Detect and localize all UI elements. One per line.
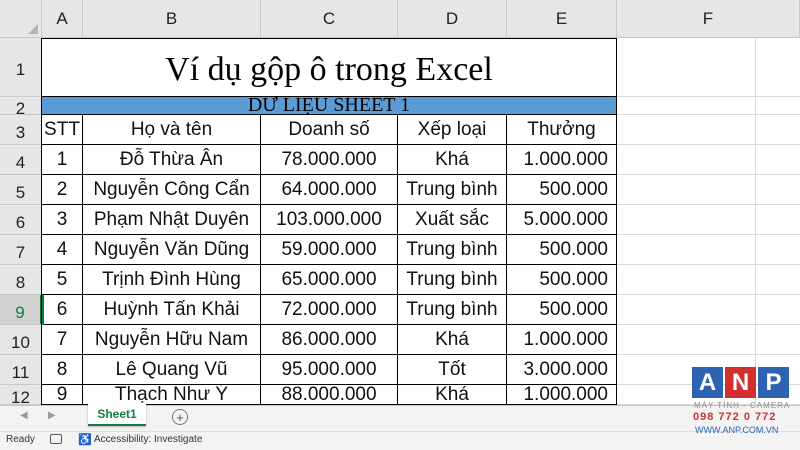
data-cell[interactable]: 500.000 (507, 175, 617, 205)
status-ready: Ready (6, 434, 35, 445)
header-cell[interactable]: STT (42, 115, 83, 145)
data-cell[interactable]: Nguyễn Văn Dũng (83, 235, 261, 265)
gridline (617, 294, 800, 295)
gridline (617, 264, 800, 265)
data-cell[interactable]: Huỳnh Tấn Khải (83, 295, 261, 325)
data-cell[interactable]: 88.000.000 (261, 385, 398, 405)
data-cell[interactable]: 78.000.000 (261, 145, 398, 175)
add-sheet-button[interactable]: + (172, 409, 188, 425)
row-header-2[interactable]: 2 (0, 97, 42, 118)
data-cell[interactable]: Khá (398, 325, 507, 355)
data-cell[interactable]: 72.000.000 (261, 295, 398, 325)
data-cell[interactable]: 3 (42, 205, 83, 235)
data-cell[interactable]: 5 (42, 265, 83, 295)
row-header-7[interactable]: 7 (0, 235, 42, 265)
anp-logo-letter: P (758, 367, 789, 398)
data-cell[interactable]: Trung bình (398, 295, 507, 325)
data-cell[interactable]: 1.000.000 (507, 325, 617, 355)
anp-website: WWW.ANP.COM.VN (695, 425, 779, 435)
column-header-a[interactable]: A (42, 0, 83, 38)
column-header-f[interactable]: F (617, 0, 800, 38)
merged-banner-cell[interactable]: DỮ LIỆU SHEET 1 (42, 97, 617, 115)
gridline (617, 96, 800, 97)
data-cell[interactable]: Trung bình (398, 235, 507, 265)
next-sheet-icon[interactable]: ▶ (48, 410, 56, 421)
data-cell[interactable]: 59.000.000 (261, 235, 398, 265)
row-header-6[interactable]: 6 (0, 205, 42, 235)
data-cell[interactable]: 1 (42, 145, 83, 175)
header-cell[interactable]: Xếp loại (398, 115, 507, 145)
row-header-4[interactable]: 4 (0, 145, 42, 175)
data-cell[interactable]: Nguyễn Công Cẩn (83, 175, 261, 205)
column-header-e[interactable]: E (507, 0, 617, 38)
data-cell[interactable]: 500.000 (507, 235, 617, 265)
data-cell[interactable]: Đỗ Thừa Ân (83, 145, 261, 175)
anp-subtitle: MÁY TÍNH - CAMERA (694, 401, 791, 410)
data-cell[interactable]: 8 (42, 355, 83, 385)
data-cell[interactable]: Trung bình (398, 175, 507, 205)
gridline (617, 234, 800, 235)
data-cell[interactable]: Phạm Nhật Duyên (83, 205, 261, 235)
data-cell[interactable]: 5.000.000 (507, 205, 617, 235)
anp-phone: 098 772 0 772 (693, 411, 777, 423)
data-cell[interactable]: 1.000.000 (507, 145, 617, 175)
data-cell[interactable]: Tốt (398, 355, 507, 385)
data-cell[interactable]: 500.000 (507, 295, 617, 325)
data-cell[interactable]: 500.000 (507, 265, 617, 295)
gridline (617, 174, 800, 175)
data-cell[interactable]: 9 (42, 385, 83, 405)
table-left-border (41, 38, 42, 405)
anp-logo-letter: A (692, 367, 723, 398)
table-top-border (42, 38, 617, 39)
sheet-tab-sheet1[interactable]: Sheet1 (88, 404, 146, 426)
data-cell[interactable]: Trung bình (398, 265, 507, 295)
gridline (617, 114, 800, 115)
gridline (617, 324, 800, 325)
data-cell[interactable]: 4 (42, 235, 83, 265)
row-header-12[interactable]: 12 (0, 385, 42, 407)
select-all-button[interactable] (0, 0, 42, 38)
data-cell[interactable]: 95.000.000 (261, 355, 398, 385)
gridline (617, 204, 800, 205)
column-header-d[interactable]: D (398, 0, 507, 38)
data-cell[interactable]: Khá (398, 385, 507, 405)
row-header-5[interactable]: 5 (0, 175, 42, 205)
row-header-11[interactable]: 11 (0, 355, 42, 385)
row-header-10[interactable]: 10 (0, 325, 42, 355)
row-header-8[interactable]: 8 (0, 265, 42, 295)
prev-sheet-icon[interactable]: ◀ (20, 410, 28, 421)
data-cell[interactable]: 65.000.000 (261, 265, 398, 295)
merged-title-cell[interactable]: Ví dụ gộp ô trong Excel (42, 38, 617, 97)
data-cell[interactable]: Xuất sắc (398, 205, 507, 235)
accessibility-icon[interactable] (50, 434, 62, 444)
header-cell[interactable]: Thưởng (507, 115, 617, 145)
header-cell[interactable]: Doanh số (261, 115, 398, 145)
data-cell[interactable]: Khá (398, 145, 507, 175)
column-header-c[interactable]: C (261, 0, 398, 38)
gridline (617, 354, 800, 355)
data-cell[interactable]: 103.000.000 (261, 205, 398, 235)
anp-logo-letter: N (725, 367, 756, 398)
data-cell[interactable]: Nguyễn Hữu Nam (83, 325, 261, 355)
accessibility-status[interactable]: Accessibility: Investigate (94, 434, 202, 445)
data-cell[interactable]: 6 (42, 295, 83, 325)
row-header-9[interactable]: 9 (0, 295, 42, 325)
data-cell[interactable]: Trịnh Đình Hùng (83, 265, 261, 295)
row-header-3[interactable]: 3 (0, 115, 42, 145)
active-row-indicator (42, 295, 44, 325)
data-cell[interactable]: 1.000.000 (507, 385, 617, 405)
gridline (617, 144, 800, 145)
accessibility-check-icon[interactable]: ♿ (78, 433, 92, 446)
data-cell[interactable]: 3.000.000 (507, 355, 617, 385)
gridline (755, 38, 756, 405)
column-header-b[interactable]: B (83, 0, 261, 38)
data-cell[interactable]: 86.000.000 (261, 325, 398, 355)
data-cell[interactable]: 7 (42, 325, 83, 355)
data-cell[interactable]: 2 (42, 175, 83, 205)
data-cell[interactable]: Lê Quang Vũ (83, 355, 261, 385)
header-cell[interactable]: Họ và tên (83, 115, 261, 145)
row-header-1[interactable]: 1 (0, 38, 42, 97)
data-cell[interactable]: 64.000.000 (261, 175, 398, 205)
data-cell[interactable]: Thạch Như Ý (83, 385, 261, 405)
